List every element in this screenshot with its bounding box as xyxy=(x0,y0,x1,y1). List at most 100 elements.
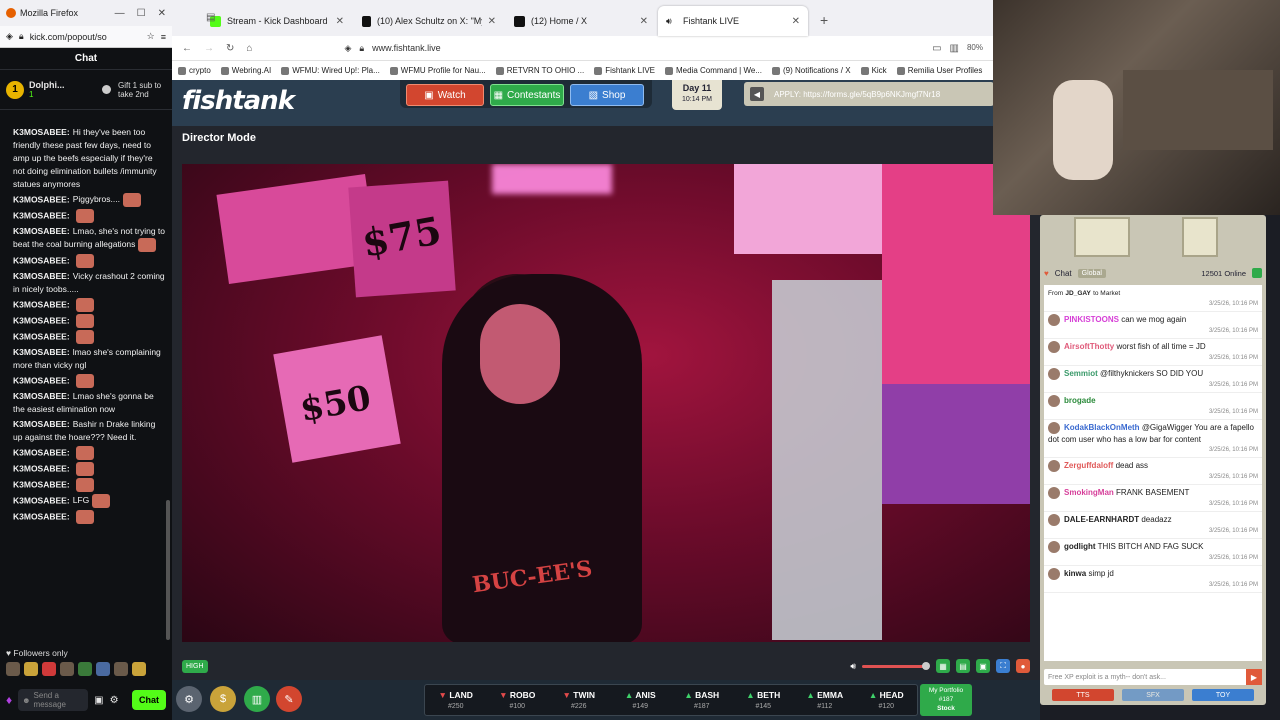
bookmark-star-icon[interactable]: ☆ xyxy=(147,31,155,42)
contestant-stock[interactable]: ▲ BETH #145 xyxy=(733,685,795,715)
avatar[interactable] xyxy=(1048,487,1060,499)
chat-username[interactable]: K3MOSABEE: xyxy=(13,479,70,489)
close-tab-icon[interactable]: ✕ xyxy=(792,16,800,27)
volume-knob[interactable] xyxy=(922,662,930,670)
chat-input[interactable]: Free XP exploit is a myth-- don't ask...… xyxy=(1044,669,1262,685)
contestant-stock[interactable]: ▲ BASH #187 xyxy=(671,685,733,715)
bookmark-item[interactable]: RETVRN TO OHIO ... xyxy=(495,66,584,75)
tab-list-icon[interactable]: ▤ xyxy=(206,12,215,23)
bookmark-item[interactable]: WFMU: Wired Up!: Pla... xyxy=(281,66,380,75)
forward-icon[interactable]: → xyxy=(204,43,214,54)
new-tab-button[interactable]: + xyxy=(810,12,838,36)
avatar[interactable] xyxy=(1048,514,1060,526)
chat-username[interactable]: K3MOSABEE: xyxy=(13,495,70,505)
chat-username[interactable]: K3MOSABEE: xyxy=(13,255,70,265)
bookmark-item[interactable]: Webring.AI xyxy=(220,66,271,75)
emote-button[interactable] xyxy=(6,662,20,676)
cast-icon[interactable]: ▤ xyxy=(956,659,970,673)
send-arrow-icon[interactable]: ▶ xyxy=(1246,669,1262,685)
chat-username[interactable]: K3MOSABEE: xyxy=(13,511,70,521)
settings-gear-icon[interactable]: ⚙ xyxy=(110,695,119,706)
chat-username[interactable]: K3MOSABEE: xyxy=(13,226,70,236)
fullscreen-icon[interactable]: ⛶ xyxy=(996,659,1010,673)
close-tab-icon[interactable]: ✕ xyxy=(640,16,648,27)
menu-icon[interactable]: ≡ xyxy=(161,32,166,42)
chat-username[interactable]: K3MOSABEE: xyxy=(13,331,70,341)
avatar[interactable] xyxy=(1048,541,1060,553)
emote-button[interactable] xyxy=(24,662,38,676)
gift-icon[interactable]: ♦ xyxy=(6,693,12,707)
avatar[interactable] xyxy=(1048,341,1060,353)
chat-username[interactable]: K3MOSABEE: xyxy=(13,271,70,281)
chat-username[interactable]: kinwa xyxy=(1064,569,1086,578)
avatar[interactable] xyxy=(1048,395,1060,407)
home-icon[interactable]: ⌂ xyxy=(246,43,252,54)
video-player[interactable]: $75 $50 BUC-EE'S xyxy=(182,164,1030,642)
chat-username[interactable]: K3MOSABEE: xyxy=(13,299,70,309)
emote-button[interactable] xyxy=(132,662,146,676)
coin-icon[interactable]: $ xyxy=(210,686,236,712)
chat-username[interactable]: Zerguffdaloff xyxy=(1064,461,1113,470)
gift-sub-button[interactable]: Gift 1 sub to take 2nd xyxy=(118,81,166,99)
bookmark-item[interactable]: (9) Notifications / X xyxy=(771,66,851,75)
emote-button[interactable] xyxy=(42,662,56,676)
toy-button[interactable]: TOY xyxy=(1192,689,1254,701)
volume-slider[interactable] xyxy=(862,664,924,668)
record-icon[interactable]: ● xyxy=(1016,659,1030,673)
avatar[interactable] xyxy=(1048,314,1060,326)
chat-username[interactable]: K3MOSABEE: xyxy=(13,194,70,204)
contestant-stock[interactable]: ▼ LAND #250 xyxy=(425,685,487,715)
contestants-button[interactable]: ▦ Contestants xyxy=(490,84,564,106)
grid-icon[interactable]: ▦ xyxy=(936,659,950,673)
apply-banner[interactable]: ◀ APPLY: https://forms.gle/5qB9p6NKJmgf7… xyxy=(744,82,994,106)
thumbnail[interactable] xyxy=(1074,217,1130,257)
settings-gear-icon[interactable]: ⚙ xyxy=(176,686,202,712)
emote-button[interactable] xyxy=(60,662,74,676)
fishtank-logo[interactable]: fishtank xyxy=(182,86,295,116)
minimize-button[interactable]: — xyxy=(115,8,125,19)
users-icon[interactable] xyxy=(1252,268,1262,278)
browser-tab[interactable]: Stream - Kick Dashboard ✕ xyxy=(202,6,352,36)
avatar[interactable] xyxy=(1048,568,1060,580)
chat-username[interactable]: K3MOSABEE: xyxy=(13,463,70,473)
contestant-stock[interactable]: ▼ TWIN #226 xyxy=(548,685,610,715)
chat-scrollbar[interactable] xyxy=(166,500,170,640)
chat-username[interactable]: K3MOSABEE: xyxy=(13,315,70,325)
chat-username[interactable]: JD_GAY xyxy=(1065,290,1090,297)
emoji-icon[interactable]: ☻ xyxy=(22,696,30,705)
bookmark-item[interactable]: Remilia User Profiles xyxy=(896,66,982,75)
bookmark-item[interactable]: Media Command | We... xyxy=(665,66,762,75)
avatar[interactable] xyxy=(1048,460,1060,472)
emote-button[interactable] xyxy=(78,662,92,676)
chat-username[interactable]: SmokingMan xyxy=(1064,488,1114,497)
chat-username[interactable]: AirsoftThotty xyxy=(1064,342,1114,351)
contestant-stock[interactable]: ▼ ROBO #100 xyxy=(487,685,549,715)
close-button[interactable]: ✕ xyxy=(158,8,166,19)
pocket-icon[interactable]: ▥ xyxy=(950,43,959,54)
chat-username[interactable]: brogade xyxy=(1064,396,1096,405)
contestant-stock[interactable]: ▲ EMMA #112 xyxy=(794,685,856,715)
close-tab-icon[interactable]: ✕ xyxy=(336,16,344,27)
global-tab[interactable]: Global xyxy=(1077,268,1106,278)
bookmark-item[interactable]: crypto xyxy=(178,66,211,75)
chat-username[interactable]: K3MOSABEE: xyxy=(13,447,70,457)
avatar[interactable] xyxy=(1048,368,1060,380)
contestant-stock[interactable]: ▲ HEAD #120 xyxy=(856,685,918,715)
thumbnail[interactable] xyxy=(1182,217,1218,257)
arrow-left-icon[interactable]: ◀ xyxy=(750,87,764,101)
bookmark-item[interactable]: Kick xyxy=(860,66,887,75)
bookmark-item[interactable]: WFMU Profile for Nau... xyxy=(389,66,486,75)
popout-urlbar[interactable]: ◈ 🔒︎ kick.com/popout/so ☆ ≡ xyxy=(0,26,172,48)
browser-tab[interactable]: (12) Home / X ✕ xyxy=(506,6,656,36)
tts-button[interactable]: TTS xyxy=(1052,689,1114,701)
items-icon[interactable]: ▥ xyxy=(244,686,270,712)
chat-username[interactable]: K3MOSABEE: xyxy=(13,375,70,385)
emote-button[interactable] xyxy=(114,662,128,676)
chat-input[interactable]: ☻ Send a message xyxy=(18,689,89,711)
reload-icon[interactable]: ↻ xyxy=(226,43,234,54)
maximize-button[interactable]: ☐ xyxy=(137,8,146,19)
back-icon[interactable]: ← xyxy=(182,43,192,54)
screenshot-icon[interactable]: ▭ xyxy=(932,43,941,54)
pip-icon[interactable]: ▣ xyxy=(976,659,990,673)
chat-username[interactable]: godlight xyxy=(1064,542,1096,551)
